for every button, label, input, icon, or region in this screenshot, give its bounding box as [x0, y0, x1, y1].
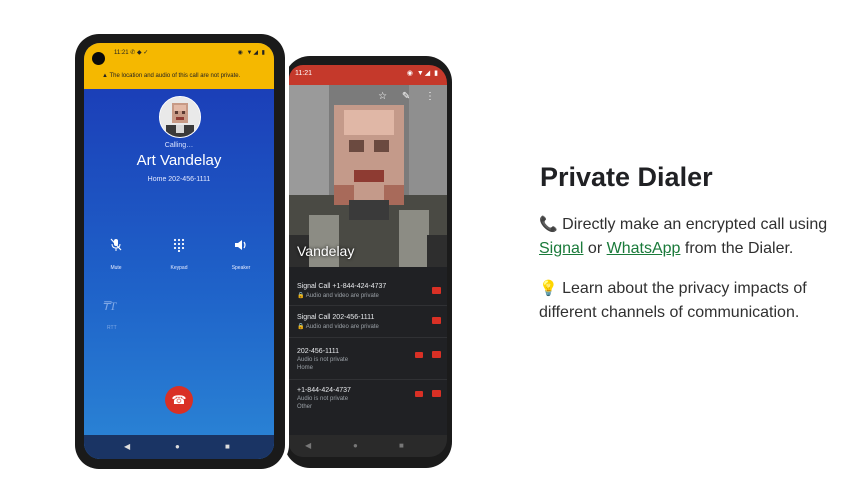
rtt-label: RTT: [107, 325, 117, 331]
avatar-image: [160, 97, 200, 137]
call-screen: 11:21 ✆ ◆ ✓ ◉ ▼◢ ▮ ▲ The location and au…: [84, 43, 274, 459]
channel-subtitle: 🔒 Audio and video are private: [297, 293, 379, 299]
back-nav-icon[interactable]: ◀: [124, 442, 130, 451]
home-nav-icon[interactable]: ●: [353, 441, 358, 450]
divider: [289, 305, 447, 306]
contact-phone-mockup: 11:21 ◉ ▼◢ ▮ ☆ ✎ ⋮ Vandelay Signal Call …: [284, 56, 452, 468]
status-bar: 11:21 ✆ ◆ ✓ ◉ ▼◢ ▮ ▲ The location and au…: [84, 43, 274, 89]
channel-signal-2[interactable]: Signal Call 202-456-1111 🔒 Audio and vid…: [297, 314, 437, 330]
back-nav-icon[interactable]: ◀: [305, 441, 311, 450]
message-icon[interactable]: [432, 351, 441, 358]
video-call-icon[interactable]: [415, 391, 423, 397]
video-call-icon[interactable]: [415, 352, 423, 358]
keypad-button[interactable]: Keypad: [154, 238, 204, 271]
feature-title: Private Dialer: [540, 162, 713, 192]
privacy-warning: ▲ The location and audio of this call ar…: [102, 73, 241, 79]
speaker-label: Speaker: [231, 265, 251, 271]
contact-name: Vandelay: [297, 243, 355, 259]
recents-nav-icon[interactable]: ■: [225, 442, 230, 451]
keypad-label: Keypad: [170, 265, 188, 271]
caller-avatar: [159, 96, 201, 138]
signal-link[interactable]: Signal: [539, 240, 583, 257]
text-segment: Directly make an encrypted call using: [557, 216, 828, 233]
status-time-line: 11:21 ✆ ◆ ✓: [114, 49, 148, 56]
message-icon[interactable]: [432, 390, 441, 397]
whatsapp-link[interactable]: WhatsApp: [607, 240, 681, 257]
text-segment: from the Dialer.: [680, 240, 794, 257]
home-nav-icon[interactable]: ●: [175, 442, 180, 451]
message-icon[interactable]: [432, 287, 441, 294]
recents-nav-icon[interactable]: ■: [399, 441, 404, 450]
speaker-icon: [216, 238, 266, 254]
camera-cutout: [92, 52, 105, 65]
status-icons: ◉ ▼◢ ▮: [237, 50, 266, 56]
message-icon[interactable]: [432, 317, 441, 324]
navigation-bar: ◀ ● ■: [289, 435, 447, 457]
feature-description-call: 📞 Directly make an encrypted call using …: [539, 213, 839, 261]
divider: [289, 379, 447, 380]
call-phone-mockup: 11:21 ✆ ◆ ✓ ◉ ▼◢ ▮ ▲ The location and au…: [75, 34, 285, 469]
pixelated-face-image: [289, 85, 447, 267]
status-icons: ◉ ▼◢ ▮: [406, 70, 439, 77]
channel-title: Signal Call 202-456-1111: [297, 314, 375, 321]
divider: [289, 337, 447, 338]
channel-type: Home: [297, 365, 314, 371]
speaker-button[interactable]: Speaker: [216, 238, 266, 271]
text-segment: or: [583, 240, 607, 257]
channel-signal-1[interactable]: Signal Call +1-844-424-4737 🔒 Audio and …: [297, 283, 437, 299]
call-state: Calling…: [164, 142, 194, 149]
contact-actions[interactable]: ☆ ✎ ⋮: [378, 91, 441, 102]
mute-button[interactable]: Mute: [91, 238, 141, 271]
contact-screen: 11:21 ◉ ▼◢ ▮ ☆ ✎ ⋮ Vandelay Signal Call …: [289, 65, 447, 457]
status-bar: 11:21 ◉ ▼◢ ▮: [289, 65, 447, 85]
status-time: 11:21: [295, 70, 312, 77]
keypad-icon: [154, 238, 204, 254]
mic-off-icon: [91, 238, 141, 254]
caller-number: Home 202-456-1111: [147, 176, 211, 183]
mute-label: Mute: [110, 265, 122, 271]
navigation-bar: ◀ ● ■: [84, 435, 274, 459]
caller-name: Art Vandelay: [136, 152, 222, 169]
phone-icon: 📞: [539, 216, 558, 233]
contact-photo-pixelated: [289, 85, 447, 267]
channel-title: Signal Call +1-844-424-4737: [297, 283, 387, 290]
feature-description-privacy: 💡 Learn about the privacy impacts of dif…: [539, 277, 839, 325]
lightbulb-icon: 💡: [539, 280, 558, 297]
text-segment: Learn about the privacy impacts of diffe…: [539, 280, 807, 321]
end-call-button[interactable]: ☎: [165, 386, 193, 414]
channel-subtitle: 🔒 Audio and video are private: [297, 324, 379, 330]
status-time: 11:21: [114, 50, 129, 56]
hangup-icon: ☎: [171, 393, 187, 407]
status-notification-icons: ✆ ◆ ✓: [130, 50, 149, 56]
channel-type: Other: [297, 404, 313, 410]
rtt-icon[interactable]: ₸T: [102, 299, 116, 314]
